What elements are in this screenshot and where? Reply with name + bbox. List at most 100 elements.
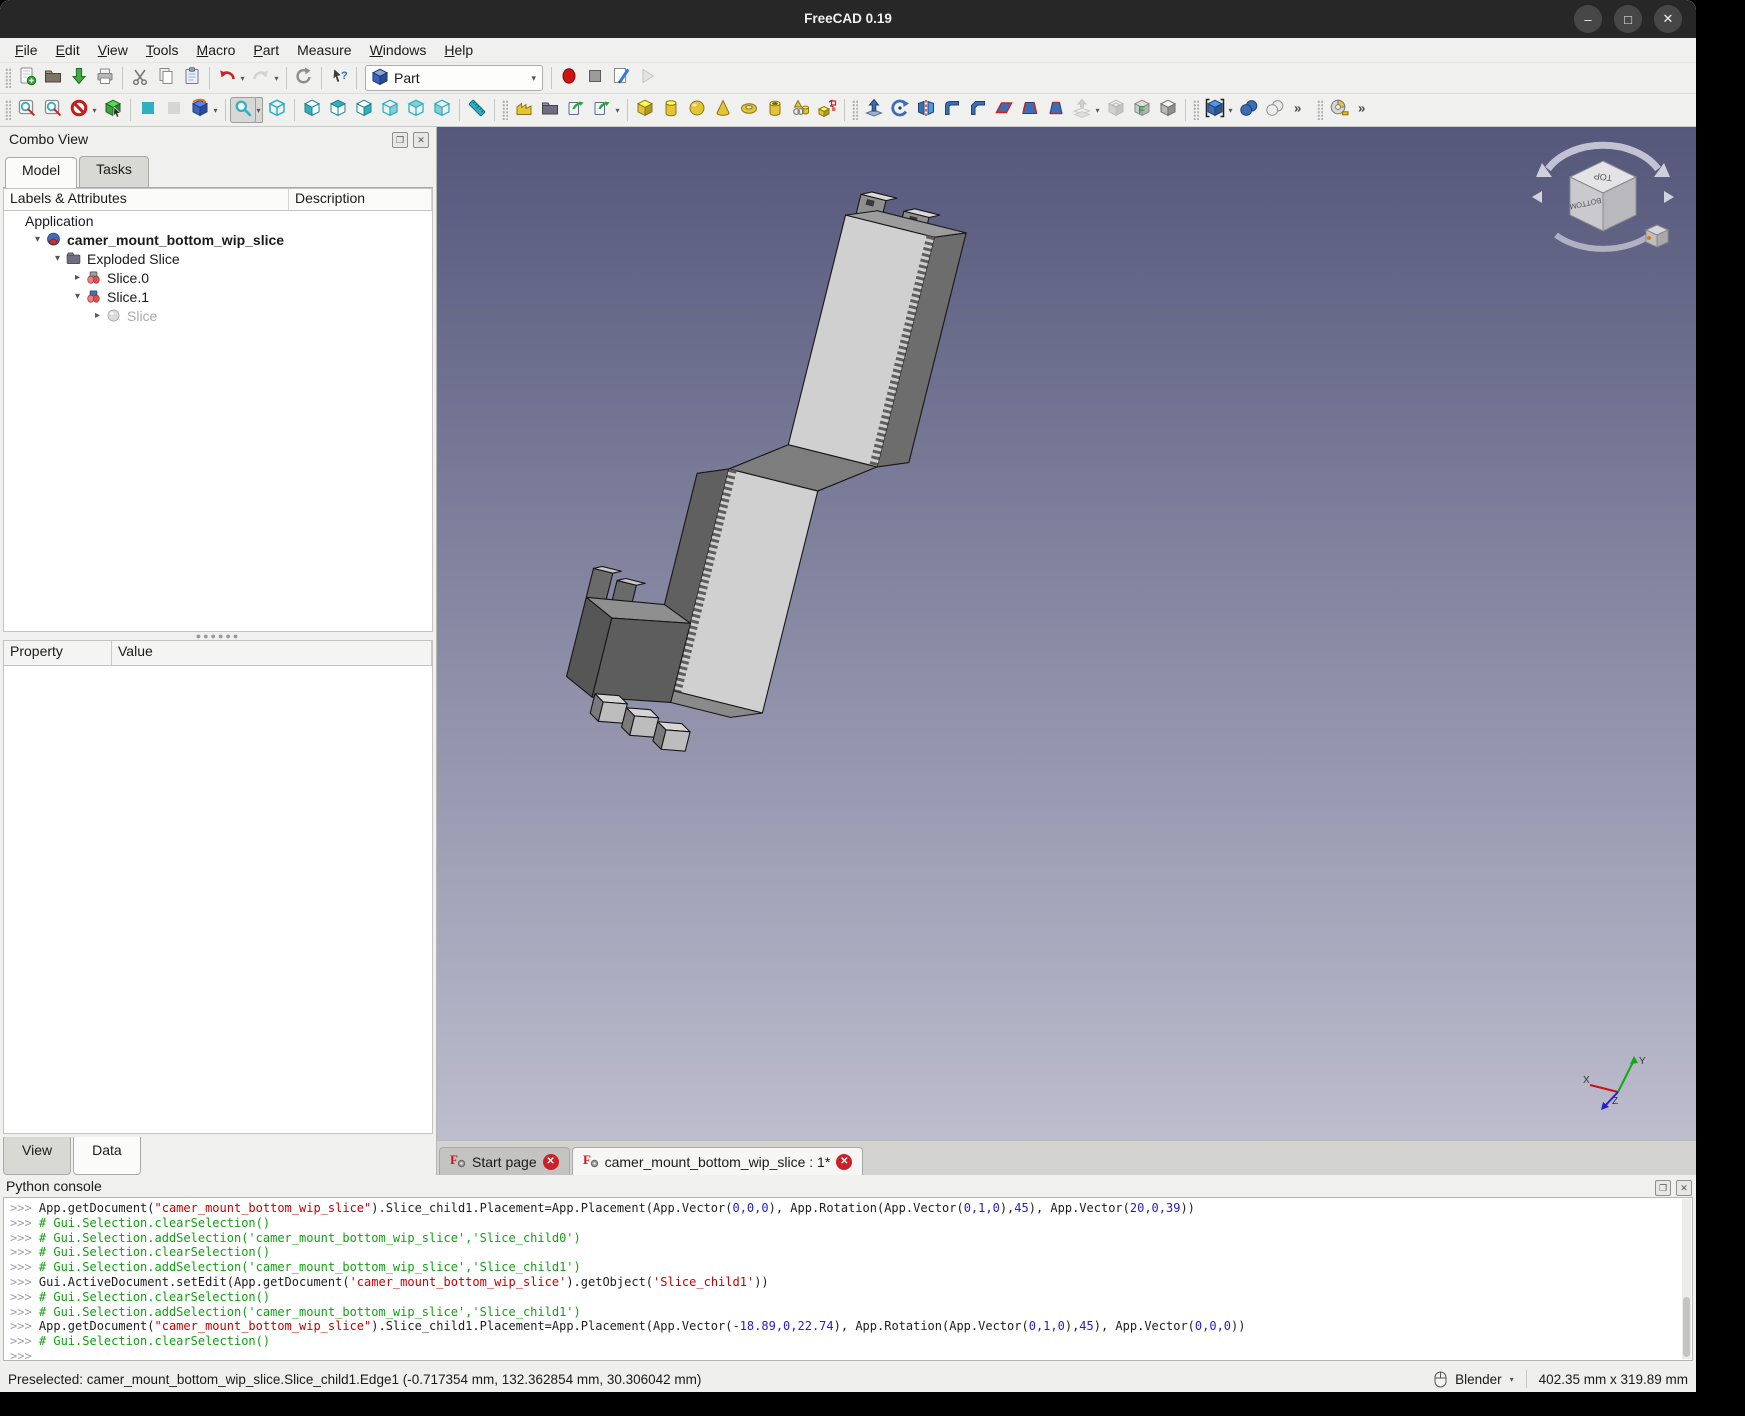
part-torus-button[interactable]: [736, 97, 762, 123]
macro-play-button[interactable]: [634, 65, 660, 91]
part-ruled-surface-button[interactable]: [1017, 97, 1043, 123]
part-shape-from-mesh-button[interactable]: [511, 97, 537, 123]
menu-edit[interactable]: Edit: [47, 40, 89, 60]
toolbar-drag-handle[interactable]: [1317, 100, 1323, 120]
view-left-button[interactable]: [429, 97, 455, 123]
tab-view[interactable]: View: [3, 1137, 71, 1175]
tree-expander-icon[interactable]: ▾: [50, 253, 65, 264]
viewport-3d[interactable]: TOP BOTTOM X Y: [437, 127, 1696, 1140]
new-document-button[interactable]: [14, 65, 40, 91]
tree-item-exploded-slice[interactable]: ▾Exploded Slice: [4, 249, 432, 268]
menu-part[interactable]: Part: [244, 40, 288, 60]
tab-close-icon[interactable]: ✕: [836, 1154, 852, 1170]
tree-item-camer-mount-bottom-wip-slice[interactable]: ▾camer_mount_bottom_wip_slice: [4, 230, 432, 249]
tree-column-labels[interactable]: Labels & Attributes: [4, 189, 289, 211]
boolean-union-button[interactable]: [1236, 97, 1262, 123]
toolbar-drag-handle[interactable]: [1193, 100, 1199, 120]
part-primitives-dialog-button[interactable]: [814, 97, 840, 123]
part-revolve-button[interactable]: [887, 97, 913, 123]
macro-record-button[interactable]: [556, 65, 582, 91]
sync-view-button[interactable]: [187, 97, 213, 123]
view-front-button[interactable]: [299, 97, 325, 123]
nav-back-button[interactable]: [135, 97, 161, 123]
part-cylinder-button[interactable]: [658, 97, 684, 123]
tab-data[interactable]: Data: [73, 1137, 141, 1175]
box-element-selection-button[interactable]: [100, 97, 126, 123]
save-document-button[interactable]: [66, 65, 92, 91]
part-refine-shape-button[interactable]: F: [1129, 97, 1155, 123]
mdi-tab-document[interactable]: Fcamer_mount_bottom_wip_slice : 1*✕: [572, 1147, 864, 1175]
tab-tasks[interactable]: Tasks: [79, 156, 149, 187]
part-offset-button[interactable]: [1069, 97, 1095, 123]
toolbar-overflow-2-button[interactable]: »: [1352, 97, 1378, 123]
part-fillet-button[interactable]: [939, 97, 965, 123]
nav-style-caret-icon[interactable]: ▾: [1510, 1375, 1514, 1384]
tree-column-description[interactable]: Description: [289, 189, 432, 211]
panel-float-icon[interactable]: ❐: [392, 132, 408, 148]
part-extrude-button[interactable]: [861, 97, 887, 123]
view-top-button[interactable]: [325, 97, 351, 123]
undo-button[interactable]: [214, 65, 240, 91]
whats-this-button[interactable]: ?: [326, 65, 352, 91]
nav-forward-button[interactable]: [161, 97, 187, 123]
maximize-button[interactable]: □: [1614, 5, 1642, 33]
close-button[interactable]: ✕: [1654, 5, 1682, 33]
panel-splitter[interactable]: ●●●●●●: [3, 632, 433, 640]
part-loft-button[interactable]: [1043, 97, 1069, 123]
part-chamfer-button[interactable]: [965, 97, 991, 123]
copy-button[interactable]: [153, 65, 179, 91]
view-right-button[interactable]: [351, 97, 377, 123]
part-make-face-button[interactable]: [991, 97, 1017, 123]
measure-tape-button[interactable]: [1326, 97, 1352, 123]
open-document-button[interactable]: [40, 65, 66, 91]
console-float-icon[interactable]: ❐: [1655, 1180, 1671, 1196]
property-editor[interactable]: [3, 666, 433, 1134]
tab-close-icon[interactable]: ✕: [543, 1154, 559, 1170]
macro-edit-button[interactable]: [608, 65, 634, 91]
view-axonometric-button[interactable]: [264, 97, 290, 123]
part-tube-button[interactable]: [762, 97, 788, 123]
tree-expander-icon[interactable]: ▸: [90, 310, 105, 321]
property-column[interactable]: Property: [4, 641, 112, 665]
paste-button[interactable]: [179, 65, 205, 91]
menu-measure[interactable]: Measure: [288, 40, 360, 60]
tree-item-slice-0[interactable]: ▸Slice.0: [4, 268, 432, 287]
navcube-mini-cube[interactable]: [1646, 225, 1668, 247]
draw-style-button[interactable]: [66, 97, 92, 123]
part-box-button[interactable]: [632, 97, 658, 123]
python-console[interactable]: >>> App.getDocument("camer_mount_bottom_…: [3, 1197, 1693, 1361]
toolbar-drag-handle[interactable]: [502, 100, 508, 120]
console-close-icon[interactable]: ✕: [1676, 1180, 1692, 1196]
value-column[interactable]: Value: [112, 641, 432, 665]
minimize-button[interactable]: –: [1574, 5, 1602, 33]
nav-style-selector[interactable]: Blender: [1455, 1372, 1502, 1387]
tree-expander-icon[interactable]: ▸: [70, 272, 85, 283]
workbench-selector[interactable]: Part▾: [365, 65, 543, 91]
menu-macro[interactable]: Macro: [188, 40, 245, 60]
tab-model[interactable]: Model: [5, 157, 77, 188]
part-export-button[interactable]: [589, 97, 615, 123]
zoom-button[interactable]: [230, 97, 256, 123]
refresh-button[interactable]: [291, 65, 317, 91]
menu-tools[interactable]: Tools: [137, 40, 188, 60]
toolbar-drag-handle[interactable]: [5, 68, 11, 88]
macro-stop-button[interactable]: [582, 65, 608, 91]
toolbar-drag-handle[interactable]: [852, 100, 858, 120]
menu-windows[interactable]: Windows: [361, 40, 436, 60]
boolean-cut-button[interactable]: [1262, 97, 1288, 123]
menu-view[interactable]: View: [89, 40, 137, 60]
print-button[interactable]: [92, 65, 118, 91]
part-import-button[interactable]: [563, 97, 589, 123]
part-sphere-button[interactable]: [684, 97, 710, 123]
panel-close-icon[interactable]: ✕: [413, 132, 429, 148]
part-thickness-button[interactable]: [1103, 97, 1129, 123]
tree-expander-icon[interactable]: ▾: [70, 291, 85, 302]
model-tree[interactable]: Application▾camer_mount_bottom_wip_slice…: [3, 211, 433, 632]
tree-item-slice[interactable]: ▸Slice: [4, 306, 432, 325]
cut-button[interactable]: [127, 65, 153, 91]
menu-help[interactable]: Help: [435, 40, 482, 60]
title-bar[interactable]: FreeCAD 0.19 – □ ✕: [0, 0, 1696, 38]
tree-item-application[interactable]: Application: [4, 211, 432, 230]
mdi-tab-start-page[interactable]: FStart page✕: [439, 1147, 570, 1175]
part-shapebuilder-button[interactable]: [788, 97, 814, 123]
